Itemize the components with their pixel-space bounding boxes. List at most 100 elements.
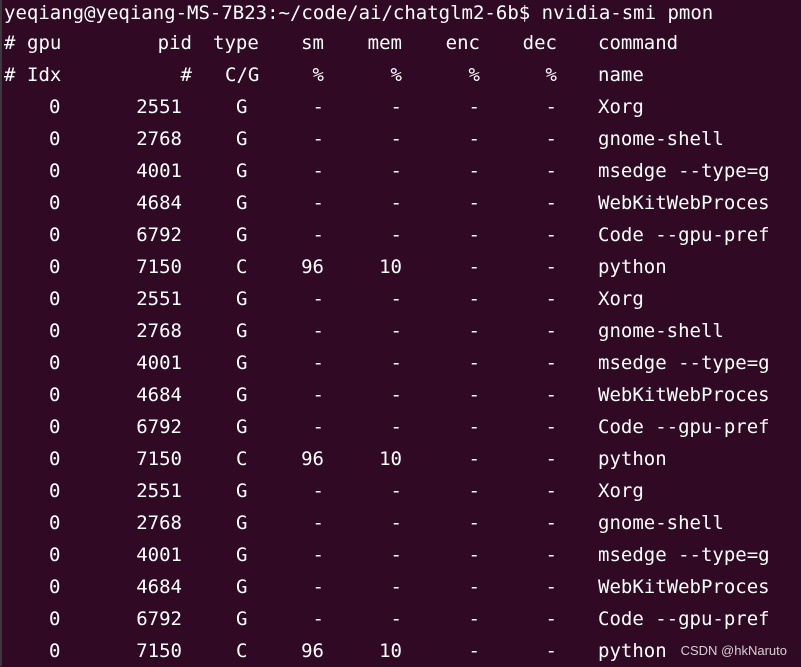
cell-mem: 10 — [379, 448, 402, 470]
cell-enc: - — [468, 384, 480, 406]
cell-command: WebKitWebProces — [598, 576, 770, 598]
cell-enc: - — [468, 288, 480, 310]
cell-sm: - — [312, 96, 324, 118]
header-dec: dec — [522, 32, 557, 54]
cell-dec: - — [545, 576, 557, 598]
cell-dec: - — [545, 384, 557, 406]
cell-type: G — [236, 544, 248, 566]
cell-pid: 2551 — [136, 480, 182, 502]
cell-sm: 96 — [301, 256, 324, 278]
cell-gpu: 0 — [49, 160, 61, 182]
cell-pid: 2768 — [136, 512, 182, 534]
header-type: type — [213, 32, 259, 54]
cell-enc: - — [468, 448, 480, 470]
header2-command: name — [598, 64, 644, 86]
cell-gpu: 0 — [49, 608, 61, 630]
cell-dec: - — [545, 352, 557, 374]
cell-dec: - — [545, 288, 557, 310]
cell-type: C — [236, 448, 248, 470]
cell-type: G — [236, 192, 248, 214]
cell-dec: - — [545, 224, 557, 246]
cell-dec: - — [545, 128, 557, 150]
header2-hash: # — [4, 64, 16, 86]
cell-enc: - — [468, 224, 480, 246]
cell-sm: - — [312, 480, 324, 502]
cell-pid: 2768 — [136, 128, 182, 150]
cell-command: python — [598, 256, 667, 278]
cell-dec: - — [545, 416, 557, 438]
header-gpu: gpu — [27, 32, 62, 54]
cell-command: Code --gpu-pref — [598, 608, 770, 630]
cell-command: msedge --type=g — [598, 544, 770, 566]
cell-mem: - — [390, 96, 402, 118]
cell-gpu: 0 — [49, 352, 61, 374]
cell-sm: - — [312, 576, 324, 598]
cell-pid: 4684 — [136, 192, 182, 214]
cell-gpu: 0 — [49, 384, 61, 406]
cell-dec: - — [545, 512, 557, 534]
cell-mem: - — [390, 512, 402, 534]
cell-gpu: 0 — [49, 640, 61, 662]
cell-mem: - — [390, 416, 402, 438]
header2-type: C/G — [225, 64, 260, 86]
cell-gpu: 0 — [49, 224, 61, 246]
header2-sm: % — [312, 64, 324, 86]
command-prompt-line: yeqiang@yeqiang-MS-7B23:~/code/ai/chatgl… — [4, 2, 714, 24]
cell-sm: - — [312, 192, 324, 214]
cell-mem: - — [390, 544, 402, 566]
cell-mem: - — [390, 576, 402, 598]
cell-dec: - — [545, 480, 557, 502]
header-hash: # — [4, 32, 16, 54]
cell-dec: - — [545, 192, 557, 214]
cell-type: G — [236, 608, 248, 630]
cell-pid: 6792 — [136, 224, 182, 246]
cell-pid: 6792 — [136, 608, 182, 630]
cell-type: G — [236, 384, 248, 406]
cell-mem: - — [390, 192, 402, 214]
header2-dec: % — [545, 64, 557, 86]
cell-mem: - — [390, 224, 402, 246]
cell-command: gnome-shell — [598, 320, 724, 342]
cell-pid: 2551 — [136, 288, 182, 310]
cell-type: G — [236, 160, 248, 182]
watermark: CSDN @hkNaruto — [680, 643, 787, 658]
cell-sm: - — [312, 352, 324, 374]
cell-sm: - — [312, 224, 324, 246]
cell-dec: - — [545, 448, 557, 470]
cell-type: C — [236, 640, 248, 662]
cell-command: Xorg — [598, 288, 644, 310]
header-mem: mem — [367, 32, 402, 54]
cell-dec: - — [545, 320, 557, 342]
cell-enc: - — [468, 256, 480, 278]
cell-gpu: 0 — [49, 448, 61, 470]
cell-command: msedge --type=g — [598, 160, 770, 182]
cell-pid: 7150 — [136, 640, 182, 662]
cell-command: Code --gpu-pref — [598, 224, 770, 246]
cell-pid: 2768 — [136, 320, 182, 342]
cell-gpu: 0 — [49, 544, 61, 566]
cell-pid: 4001 — [136, 352, 182, 374]
cell-command: gnome-shell — [598, 128, 724, 150]
cell-sm: - — [312, 160, 324, 182]
terminal-window[interactable]: yeqiang@yeqiang-MS-7B23:~/code/ai/chatgl… — [0, 0, 801, 666]
cell-enc: - — [468, 160, 480, 182]
cell-type: G — [236, 224, 248, 246]
header-row-2: # Idx # C/G % % % % name — [4, 59, 644, 91]
cell-gpu: 0 — [49, 416, 61, 438]
cell-pid: 4001 — [136, 544, 182, 566]
cell-sm: - — [312, 384, 324, 406]
cell-gpu: 0 — [49, 128, 61, 150]
cell-sm: 96 — [301, 448, 324, 470]
cell-mem: 10 — [379, 256, 402, 278]
cell-gpu: 0 — [49, 288, 61, 310]
cell-mem: - — [390, 288, 402, 310]
cell-enc: - — [468, 512, 480, 534]
cell-enc: - — [468, 192, 480, 214]
cell-command: Code --gpu-pref — [598, 416, 770, 438]
cell-dec: - — [545, 544, 557, 566]
cell-mem: - — [390, 160, 402, 182]
cell-sm: - — [312, 416, 324, 438]
header-sm: sm — [301, 32, 324, 54]
cell-type: C — [236, 256, 248, 278]
cell-dec: - — [545, 160, 557, 182]
